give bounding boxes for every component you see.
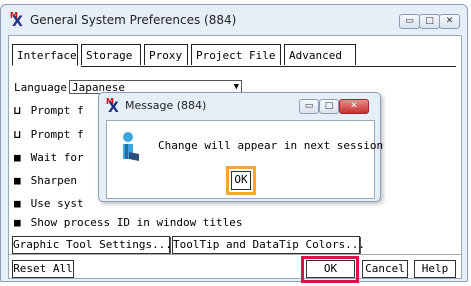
dialog-content: Change will appear in next session OK xyxy=(106,120,383,199)
reset-all-button[interactable]: Reset All xyxy=(12,260,74,278)
option-label: Wait for xyxy=(30,151,84,164)
app-icon: MX xyxy=(106,97,119,116)
checkbox-checked-icon: ■ xyxy=(14,197,21,210)
tab-interface[interactable]: Interface xyxy=(12,44,78,66)
option-label: Prompt f xyxy=(30,128,84,141)
tab-project-file[interactable]: Project File xyxy=(191,44,281,65)
tab-storage[interactable]: Storage xyxy=(81,44,141,65)
tooltip-datatip-colors-button[interactable]: ToolTip and DataTip Colors... xyxy=(172,236,365,254)
option-label: Show process ID in window titles xyxy=(30,216,243,229)
close-icon: ✕ xyxy=(350,101,358,111)
checkbox-checked-icon: ■ xyxy=(14,174,21,187)
checkbox-checked-icon: ■ xyxy=(14,151,21,164)
close-icon: ✕ xyxy=(445,16,454,26)
title-bar[interactable]: MX General System Preferences (884) ▭ □ … xyxy=(1,5,467,35)
option-prompt-2[interactable]: ⊔ Prompt f xyxy=(14,128,84,141)
option-label: Prompt f xyxy=(30,104,84,117)
maximize-icon: □ xyxy=(324,101,334,111)
option-prompt-1[interactable]: ⊔ Prompt f xyxy=(14,104,84,117)
maximize-button[interactable]: □ xyxy=(419,14,440,29)
info-icon xyxy=(123,132,139,161)
ok-button-highlight xyxy=(301,256,359,283)
close-button[interactable]: ✕ xyxy=(439,14,460,29)
option-sharpen[interactable]: ■ Sharpen xyxy=(14,174,77,187)
tab-advanced[interactable]: Advanced xyxy=(284,44,356,65)
option-wait-for[interactable]: ■ Wait for xyxy=(14,151,84,164)
checkbox-unchecked-icon: ⊔ xyxy=(14,104,21,117)
graphic-tool-settings-button[interactable]: Graphic Tool Settings... xyxy=(12,236,172,254)
dialog-title: Message (884) xyxy=(125,99,207,112)
option-label: Use syst xyxy=(30,197,84,210)
window-title: General System Preferences (884) xyxy=(30,13,237,27)
language-label: Language xyxy=(14,81,67,94)
option-label: Sharpen xyxy=(30,174,77,187)
dialog-close-button[interactable]: ✕ xyxy=(339,99,369,114)
minimize-icon: ▭ xyxy=(304,101,314,111)
help-button[interactable]: Help xyxy=(414,260,456,278)
dialog-maximize-button[interactable]: □ xyxy=(319,99,339,114)
dialog-message: Change will appear in next session xyxy=(158,139,384,152)
message-dialog: MX Message (884) ▭ □ ✕ Change will appea… xyxy=(98,92,383,202)
option-use-system[interactable]: ■ Use syst xyxy=(14,197,84,210)
app-icon: MX xyxy=(10,11,23,30)
tab-proxy[interactable]: Proxy xyxy=(144,44,188,65)
minimize-button[interactable]: ▭ xyxy=(399,14,420,29)
divider xyxy=(9,254,461,255)
maximize-icon: □ xyxy=(425,16,434,26)
dialog-minimize-button[interactable]: ▭ xyxy=(299,99,319,114)
checkbox-unchecked-icon: ⊔ xyxy=(14,128,21,141)
minimize-icon: ▭ xyxy=(405,16,414,26)
dialog-ok-highlight xyxy=(226,166,256,195)
checkbox-checked-icon: ■ xyxy=(14,216,21,229)
option-show-process-id[interactable]: ■ Show process ID in window titles xyxy=(14,216,243,229)
tab-underline xyxy=(81,66,456,67)
cancel-button[interactable]: Cancel xyxy=(362,260,408,278)
